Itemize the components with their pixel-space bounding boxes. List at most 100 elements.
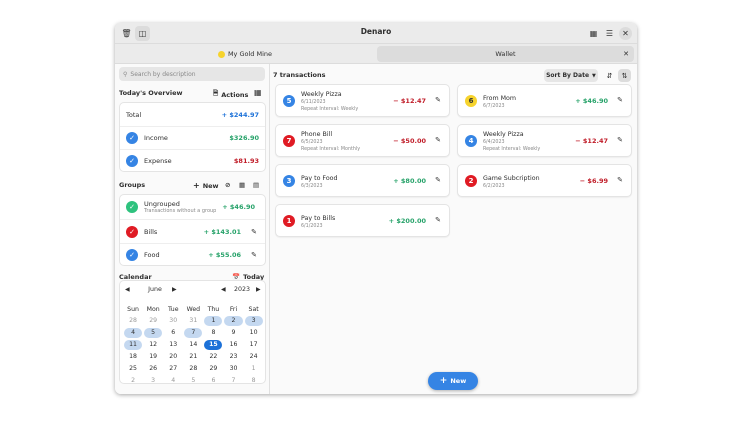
transaction-card[interactable]: 3 Pay to Food 6/3/2023 + $80.00 ✎ <box>275 164 450 197</box>
calendar-day[interactable]: 5 <box>184 376 202 386</box>
calendar-day[interactable]: 29 <box>204 364 222 374</box>
calendar-day[interactable]: 31 <box>184 316 202 326</box>
transaction-card[interactable]: 5 Weekly Pizza 6/11/2023 Repeat Interval: W… <box>275 84 450 117</box>
calendar-day[interactable]: 2 <box>124 376 142 386</box>
transaction-amount: + $46.90 <box>575 97 608 105</box>
next-year-icon[interactable]: ▶ <box>256 286 261 293</box>
calendar-day[interactable]: 5 <box>144 328 163 338</box>
transaction-amount: + $80.00 <box>393 177 426 185</box>
prev-year-icon[interactable]: ◀ <box>221 286 226 293</box>
group-row-bills[interactable]: ✓ Bills + $143.01 ✎ <box>120 219 265 243</box>
calendar-view-icon[interactable]: ▦ <box>254 88 262 97</box>
prev-month-icon[interactable]: ◀ <box>125 286 130 293</box>
grid-icon[interactable]: ▦ <box>239 181 245 189</box>
transaction-date: 6/3/2023 <box>301 184 323 189</box>
transaction-amount: − $12.47 <box>575 137 608 145</box>
calendar-day[interactable]: 19 <box>144 352 162 362</box>
calendar-day[interactable]: 3 <box>244 316 263 326</box>
calendar-day[interactable]: 10 <box>245 328 263 338</box>
calendar-day[interactable]: 18 <box>124 352 142 362</box>
calendar-day[interactable]: 6 <box>204 376 222 386</box>
income-row[interactable]: ✓ Income $326.90 <box>120 126 265 149</box>
edit-icon[interactable]: ✎ <box>435 96 441 104</box>
new-transaction-button[interactable]: + New <box>428 372 478 390</box>
tab-close-icon[interactable]: ✕ <box>623 50 629 58</box>
hide-groups-icon[interactable]: ⊘ <box>225 181 230 189</box>
sort-dropdown[interactable]: Sort By Date ▼ <box>544 69 598 82</box>
edit-icon[interactable]: ✎ <box>435 136 441 144</box>
calendar-day[interactable]: 9 <box>224 328 242 338</box>
transaction-name: Weekly Pizza <box>301 91 342 98</box>
calendar-day[interactable]: 8 <box>204 328 222 338</box>
calendar-day[interactable]: 22 <box>204 352 222 362</box>
weekday-label: Sun <box>127 305 139 313</box>
calendar-day[interactable]: 28 <box>184 364 202 374</box>
new-group-button[interactable]: + New <box>193 181 219 190</box>
calendar-day[interactable]: 1 <box>204 316 223 326</box>
calendar-day[interactable]: 11 <box>124 340 143 350</box>
calendar-day[interactable]: 30 <box>164 316 182 326</box>
calendar-day[interactable]: 25 <box>124 364 142 374</box>
group-amount: + $55.06 <box>208 251 241 259</box>
expense-row[interactable]: ✓ Expense $81.93 <box>120 149 265 172</box>
calendar-day[interactable]: 12 <box>144 340 162 350</box>
tab-wallet[interactable]: Wallet ✕ <box>377 46 634 62</box>
calendar-day[interactable]: 8 <box>245 376 263 386</box>
search-input[interactable]: ⚲ Search by description <box>119 67 265 81</box>
group-row-ungrouped[interactable]: ✓ Ungrouped Transactions without a group… <box>120 195 265 219</box>
grid-icon[interactable]: ▦ <box>586 26 601 41</box>
total-label: Total <box>126 110 142 119</box>
edit-icon[interactable]: ✎ <box>617 96 623 104</box>
menu-icon[interactable]: ☰ <box>602 26 617 41</box>
calendar-day[interactable]: 13 <box>164 340 182 350</box>
transaction-card[interactable]: 1 Pay to Bills 6/1/2023 + $200.00 ✎ <box>275 204 450 237</box>
edit-icon[interactable]: ✎ <box>251 251 257 259</box>
edit-icon[interactable]: ✎ <box>617 136 623 144</box>
group-row-food[interactable]: ✓ Food + $55.06 ✎ <box>120 243 265 266</box>
actions-button[interactable]: 🗎 Actions <box>213 89 248 100</box>
calendar-day[interactable]: 14 <box>184 340 202 350</box>
calendar-day[interactable]: 7 <box>184 328 203 338</box>
transaction-date: 6/7/2023 <box>483 104 505 109</box>
transaction-card[interactable]: 7 Phone Bill 6/5/2023 Repeat Interval: Mont… <box>275 124 450 157</box>
calendar-day[interactable]: 4 <box>164 376 182 386</box>
calendar-day[interactable]: 27 <box>164 364 182 374</box>
calendar-day[interactable]: 16 <box>224 340 242 350</box>
calendar-day[interactable]: 15 <box>204 340 223 350</box>
transaction-name: Pay to Food <box>301 175 338 182</box>
transaction-card[interactable]: 4 Weekly Pizza 6/4/2023 Repeat Interval: We… <box>457 124 632 157</box>
title-bar: 🗑 ◫ Denaro ▦ ☰ ✕ <box>115 23 637 44</box>
calendar-day[interactable]: 23 <box>224 352 242 362</box>
tab-label: My Gold Mine <box>227 50 273 58</box>
calendar-day[interactable]: 17 <box>245 340 263 350</box>
edit-icon[interactable]: ✎ <box>617 176 623 184</box>
window-title: Denaro <box>360 27 392 36</box>
transaction-amount: − $50.00 <box>393 137 426 145</box>
calendar-day[interactable]: 1 <box>245 364 263 374</box>
calendar-day[interactable]: 21 <box>184 352 202 362</box>
calendar-day[interactable]: 6 <box>164 328 182 338</box>
edit-icon[interactable]: ✎ <box>435 216 441 224</box>
transaction-card[interactable]: 2 Game Subcription 6/2/2023 − $6.99 ✎ <box>457 164 632 197</box>
edit-icon[interactable]: ✎ <box>251 228 257 236</box>
expense-label: Expense <box>144 157 172 165</box>
calendar-day[interactable]: 24 <box>245 352 263 362</box>
calendar-day[interactable]: 26 <box>144 364 162 374</box>
calendar-day[interactable]: 3 <box>144 376 162 386</box>
next-month-icon[interactable]: ▶ <box>172 286 177 293</box>
tab-my-gold-mine[interactable]: My Gold Mine <box>117 46 373 62</box>
close-icon[interactable]: ✕ <box>619 27 632 40</box>
filter-off-icon[interactable]: ▤ <box>253 181 259 189</box>
transaction-card[interactable]: 6 From Mom 6/7/2023 + $46.90 ✎ <box>457 84 632 117</box>
calendar-day[interactable]: 28 <box>124 316 142 326</box>
calendar-day[interactable]: 4 <box>124 328 143 338</box>
calendar-day[interactable]: 30 <box>224 364 242 374</box>
sort-descending-icon[interactable]: ⇵ <box>603 69 616 82</box>
calendar-day[interactable]: 20 <box>164 352 182 362</box>
calendar-day[interactable]: 7 <box>224 376 242 386</box>
sort-ascending-icon[interactable]: ⇅ <box>618 69 631 82</box>
edit-icon[interactable]: ✎ <box>435 176 441 184</box>
transaction-id-badge: 1 <box>283 215 295 227</box>
calendar-day[interactable]: 29 <box>144 316 162 326</box>
calendar-day[interactable]: 2 <box>224 316 243 326</box>
